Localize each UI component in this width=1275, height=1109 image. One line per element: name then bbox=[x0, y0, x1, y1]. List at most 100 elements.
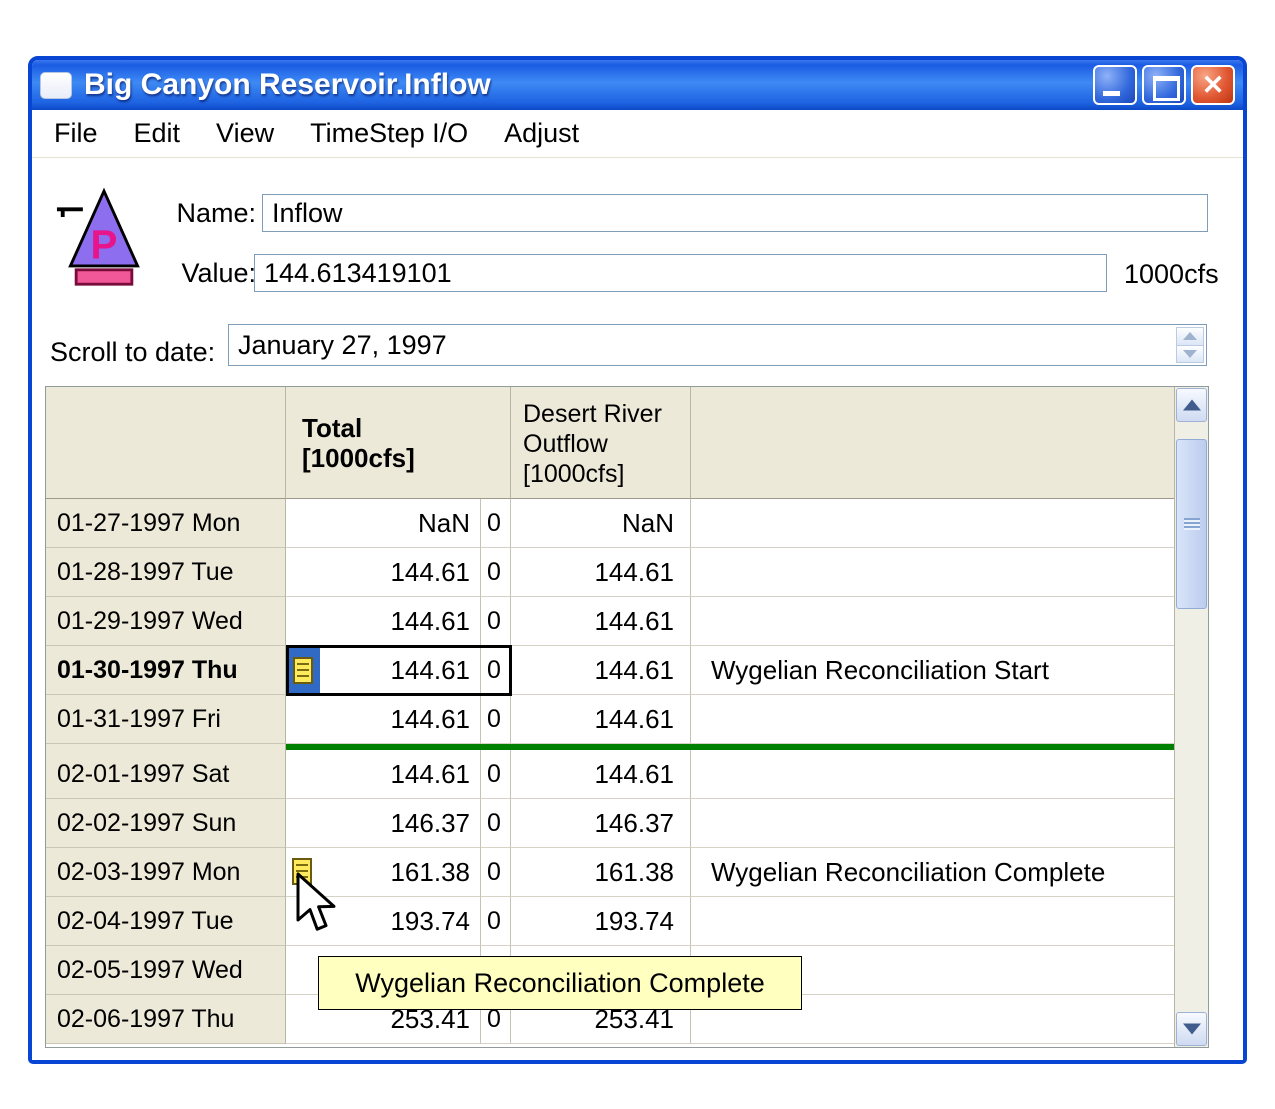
window-title: Big Canyon Reservoir.Inflow bbox=[84, 68, 491, 102]
cell-flag[interactable]: 0 bbox=[481, 897, 511, 946]
table-header-row: Total [1000cfs] Desert River Outflow [10… bbox=[46, 387, 1174, 499]
row-date-label[interactable]: 02-03-1997 Mon bbox=[46, 848, 286, 897]
cell-flag[interactable]: 0 bbox=[481, 750, 511, 799]
cell-outflow-value[interactable]: 144.61 bbox=[511, 548, 691, 597]
scroll-to-date-label: Scroll to date: bbox=[50, 331, 226, 373]
spinner-down-icon bbox=[1183, 350, 1197, 358]
selected-cell-value: 144.61 bbox=[390, 655, 470, 685]
menu-file[interactable]: File bbox=[54, 118, 98, 149]
cell-flag[interactable]: 0 bbox=[481, 695, 511, 744]
menu-adjust[interactable]: Adjust bbox=[504, 118, 579, 149]
table-row: 02-02-1997 Sun 146.37 0 146.37 bbox=[46, 799, 1174, 848]
close-icon: ✕ bbox=[1193, 67, 1233, 103]
cell-total-value[interactable]: NaN bbox=[286, 499, 481, 548]
value-input[interactable]: 144.613419101 bbox=[254, 254, 1107, 292]
mouse-cursor-icon bbox=[294, 872, 340, 936]
cell-note bbox=[691, 695, 1174, 744]
row-date-label[interactable]: 02-02-1997 Sun bbox=[46, 799, 286, 848]
header-total-column[interactable]: Total [1000cfs] bbox=[286, 387, 511, 499]
vertical-scrollbar[interactable] bbox=[1174, 387, 1208, 1047]
cell-outflow-value[interactable]: 144.61 bbox=[511, 597, 691, 646]
cell-flag[interactable]: 0 bbox=[481, 499, 511, 548]
scroll-to-date-value: January 27, 1997 bbox=[238, 330, 447, 360]
row-date-label[interactable]: 02-04-1997 Tue bbox=[46, 897, 286, 946]
menu-view[interactable]: View bbox=[216, 118, 274, 149]
cell-note: Wygelian Reconciliation Start bbox=[691, 646, 1174, 695]
cell-total-value[interactable]: 146.37 bbox=[286, 799, 481, 848]
spinner-down-button[interactable] bbox=[1176, 346, 1204, 364]
cell-value: 161.38 bbox=[390, 857, 470, 887]
row-date-label[interactable]: 01-31-1997 Fri bbox=[46, 695, 286, 744]
series-slot-icon: P bbox=[56, 186, 152, 296]
scrollbar-down-button[interactable] bbox=[1176, 1012, 1207, 1046]
window-controls: ✕ bbox=[1093, 65, 1235, 105]
header-notes-column bbox=[691, 387, 1174, 499]
cell-total-value-selected[interactable]: 144.61 bbox=[286, 646, 481, 695]
cell-flag[interactable]: 0 bbox=[481, 548, 511, 597]
svg-text:P: P bbox=[91, 221, 118, 267]
screen: Big Canyon Reservoir.Inflow ✕ File Edit … bbox=[0, 0, 1275, 1109]
cell-flag[interactable]: 0 bbox=[481, 646, 511, 695]
cell-total-value[interactable]: 144.61 bbox=[286, 548, 481, 597]
table-body: Total [1000cfs] Desert River Outflow [10… bbox=[46, 387, 1174, 1044]
scrollbar-thumb[interactable] bbox=[1176, 439, 1207, 609]
maximize-button[interactable] bbox=[1142, 65, 1186, 105]
header-row-labels bbox=[46, 387, 286, 499]
cell-outflow-value[interactable]: 144.61 bbox=[511, 695, 691, 744]
row-date-label[interactable]: 01-27-1997 Mon bbox=[46, 499, 286, 548]
note-tooltip: Wygelian Reconciliation Complete bbox=[318, 956, 802, 1010]
value-label: Value: bbox=[160, 254, 256, 292]
header-outflow-column[interactable]: Desert River Outflow [1000cfs] bbox=[511, 387, 691, 499]
scroll-down-icon bbox=[1183, 1024, 1201, 1035]
cell-note bbox=[691, 548, 1174, 597]
cell-outflow-value[interactable]: NaN bbox=[511, 499, 691, 548]
cell-total-value[interactable]: 144.61 bbox=[286, 695, 481, 744]
table-row: 02-01-1997 Sat 144.61 0 144.61 bbox=[46, 750, 1174, 799]
titlebar[interactable]: Big Canyon Reservoir.Inflow ✕ bbox=[32, 60, 1243, 110]
note-icon[interactable] bbox=[293, 657, 313, 684]
name-input[interactable]: Inflow bbox=[262, 194, 1208, 232]
row-date-label[interactable]: 02-01-1997 Sat bbox=[46, 750, 286, 799]
cell-outflow-value[interactable]: 193.74 bbox=[511, 897, 691, 946]
menu-bar: File Edit View TimeStep I/O Adjust bbox=[32, 110, 1243, 158]
cell-note bbox=[691, 799, 1174, 848]
cell-note bbox=[691, 499, 1174, 548]
cell-flag[interactable]: 0 bbox=[481, 597, 511, 646]
scrollbar-grip-icon bbox=[1184, 518, 1200, 530]
row-date-label[interactable]: 02-06-1997 Thu bbox=[46, 995, 286, 1044]
cell-total-value[interactable]: 144.61 bbox=[286, 750, 481, 799]
row-date-label[interactable]: 01-29-1997 Wed bbox=[46, 597, 286, 646]
close-button[interactable]: ✕ bbox=[1191, 65, 1235, 105]
cell-flag[interactable]: 0 bbox=[481, 848, 511, 897]
cell-flag[interactable]: 0 bbox=[481, 799, 511, 848]
timeseries-table: Total [1000cfs] Desert River Outflow [10… bbox=[45, 386, 1209, 1048]
cell-note bbox=[691, 597, 1174, 646]
table-row: 01-28-1997 Tue 144.61 0 144.61 bbox=[46, 548, 1174, 597]
selection-strip bbox=[286, 646, 320, 694]
cell-note bbox=[691, 897, 1174, 946]
cell-outflow-value[interactable]: 161.38 bbox=[511, 848, 691, 897]
cell-outflow-value[interactable]: 146.37 bbox=[511, 799, 691, 848]
cell-note bbox=[691, 750, 1174, 799]
name-label: Name: bbox=[160, 194, 256, 232]
row-date-label[interactable]: 01-28-1997 Tue bbox=[46, 548, 286, 597]
scroll-to-date-input[interactable]: January 27, 1997 bbox=[228, 324, 1207, 366]
menu-edit[interactable]: Edit bbox=[134, 118, 181, 149]
table-row: 01-31-1997 Fri 144.61 0 144.61 bbox=[46, 695, 1174, 744]
table-row: 01-29-1997 Wed 144.61 0 144.61 bbox=[46, 597, 1174, 646]
spinner-up-button[interactable] bbox=[1176, 327, 1204, 346]
cell-outflow-value[interactable]: 144.61 bbox=[511, 646, 691, 695]
client-area: File Edit View TimeStep I/O Adjust P Nam… bbox=[32, 110, 1243, 1060]
cell-total-value[interactable]: 144.61 bbox=[286, 597, 481, 646]
menu-timestep-io[interactable]: TimeStep I/O bbox=[310, 118, 468, 149]
window-icon bbox=[40, 72, 72, 99]
table-row: 02-03-1997 Mon 161.38 0 161.38 Wygelian … bbox=[46, 848, 1174, 897]
scrollbar-up-button[interactable] bbox=[1176, 388, 1207, 422]
table-row: 01-27-1997 Mon NaN 0 NaN bbox=[46, 499, 1174, 548]
row-date-label[interactable]: 02-05-1997 Wed bbox=[46, 946, 286, 995]
cell-outflow-value[interactable]: 144.61 bbox=[511, 750, 691, 799]
scroll-up-icon bbox=[1183, 400, 1201, 411]
row-date-label[interactable]: 01-30-1997 Thu bbox=[46, 646, 286, 695]
minimize-button[interactable] bbox=[1093, 65, 1137, 105]
table-row-selected: 01-30-1997 Thu 144.61 0 144.61 Wygelian … bbox=[46, 646, 1174, 695]
